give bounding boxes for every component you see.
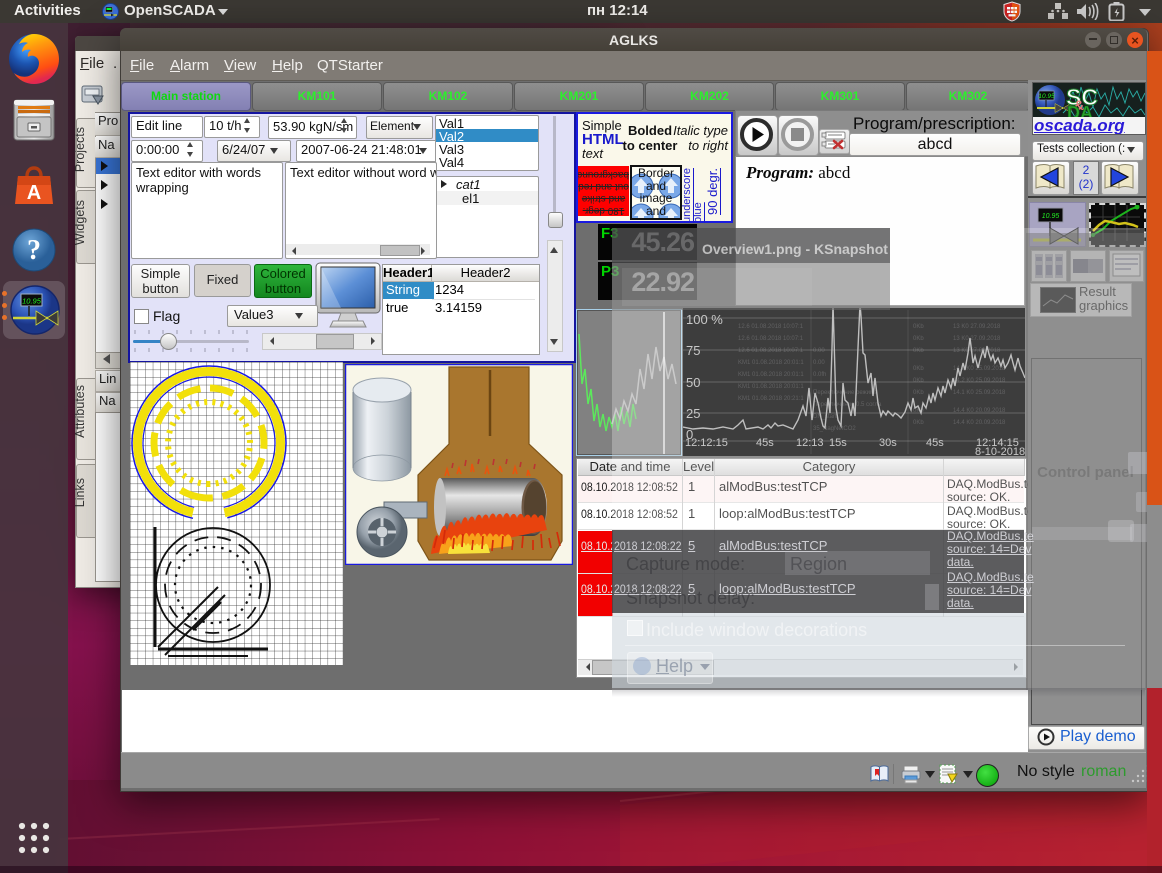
svg-text:?: ?	[27, 235, 41, 266]
svg-text:A: A	[27, 182, 41, 204]
svg-text:10.95: 10.95	[1038, 93, 1055, 100]
svg-text:10.95: 10.95	[1042, 213, 1060, 220]
svg-text:10.95: 10.95	[22, 297, 42, 306]
